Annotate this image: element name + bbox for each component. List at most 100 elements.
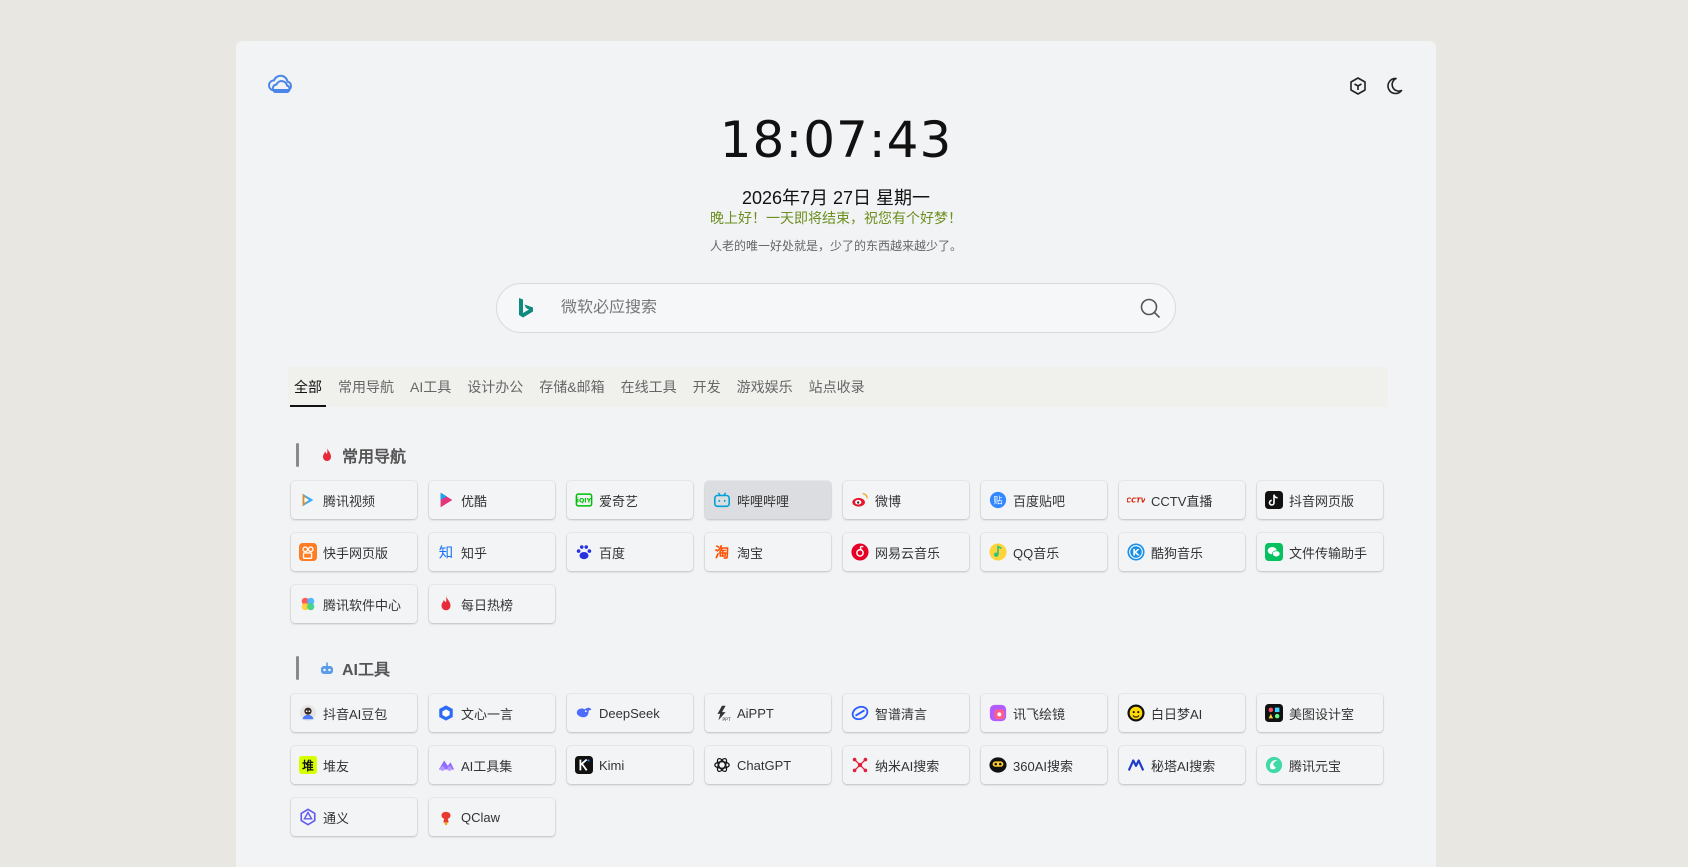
section-bar [296,443,299,467]
duiyou-icon: 堆 [299,756,317,774]
site-label: 文件传输助手 [1289,545,1368,561]
tencent-software-icon [299,595,317,613]
site-label: 哔哩哔哩 [737,493,790,509]
qclaw-icon [437,808,455,826]
svg-text:K: K [1133,549,1141,559]
site-card[interactable]: K 酷狗音乐 [1119,533,1245,571]
bing-icon[interactable] [515,296,537,320]
category-tabs: 全部 常用导航 AI工具 设计办公 存储&邮箱 在线工具 开发 游戏娱乐 站点收录 [288,367,1388,407]
site-card[interactable]: 文心一言 [429,694,555,732]
qq-music-icon [989,543,1007,561]
search-input[interactable] [561,299,1139,317]
yuanbao-icon [1265,756,1283,774]
tab-2[interactable]: AI工具 [406,367,455,407]
site-label: QQ音乐 [1013,545,1060,561]
site-card[interactable]: PPT AiPPT [705,694,831,732]
taobao-icon: 淘 [713,543,731,561]
site-card[interactable]: 秘塔AI搜索 [1119,746,1245,784]
site-label: 智谱清言 [875,706,928,722]
main-panel: 18:07:43 2026年7月 27日 星期一 晚上好！一天即将结束，祝您有个… [236,41,1436,867]
site-card[interactable]: iQIY 爱奇艺 [567,481,693,519]
ai-tools-icon [437,756,455,774]
zhipu-icon [851,704,869,722]
site-label: 每日热榜 [461,597,514,613]
site-label: Kimi [599,757,625,773]
site-card[interactable]: 美图设计室 [1257,694,1383,732]
360ai-icon [989,756,1007,774]
weibo-icon [851,491,869,509]
site-card[interactable]: Kimi [567,746,693,784]
doubao-icon [299,704,317,722]
kuaishou-icon [299,543,317,561]
tab-8[interactable]: 站点收录 [805,367,869,407]
tab-3[interactable]: 设计办公 [463,367,527,407]
cube-icon[interactable] [1348,76,1368,96]
deepseek-icon [575,704,593,722]
site-card[interactable]: 快手网页版 [291,533,417,571]
site-card[interactable]: QQ音乐 [981,533,1107,571]
site-card[interactable]: 白日梦AI [1119,694,1245,732]
svg-text:堆: 堆 [302,759,314,773]
site-card[interactable]: 文件传输助手 [1257,533,1383,571]
site-card[interactable]: 每日热榜 [429,585,555,623]
site-label: 腾讯软件中心 [323,597,402,613]
site-label: 腾讯元宝 [1289,758,1342,774]
site-card[interactable]: QClaw [429,798,555,836]
site-card[interactable]: 优酷 [429,481,555,519]
site-card[interactable]: DeepSeek [567,694,693,732]
svg-text:iQIY: iQIY [577,498,592,505]
site-card[interactable]: 堆堆友 [291,746,417,784]
site-card[interactable]: AI工具集 [429,746,555,784]
tab-0[interactable]: 全部 [290,367,326,407]
site-card[interactable]: 腾讯视频 [291,481,417,519]
aippt-icon: PPT [713,704,731,722]
site-label: 网易云音乐 [875,545,941,561]
site-card[interactable]: ChatGPT [705,746,831,784]
netease-music-icon [851,543,869,561]
site-label: 快手网页版 [323,545,389,561]
site-card[interactable]: 腾讯软件中心 [291,585,417,623]
site-card[interactable]: 纳米AI搜索 [843,746,969,784]
iqiyi-icon: iQIY [575,491,593,509]
tab-1[interactable]: 常用导航 [334,367,398,407]
site-label: QClaw [461,809,501,825]
wenxin-icon [437,704,455,722]
site-label: 纳米AI搜索 [875,758,940,774]
meitu-icon [1265,704,1283,722]
site-card[interactable]: 抖音网页版 [1257,481,1383,519]
fire-icon [323,448,331,461]
site-card[interactable]: 贴百度贴吧 [981,481,1107,519]
section-bar [296,656,299,680]
section-title-text: AI工具 [342,662,391,679]
svg-text:PPT: PPT [722,717,730,722]
site-card[interactable]: 知知乎 [429,533,555,571]
date-text: 2026年7月 27日 星期一 [741,188,931,208]
site-card[interactable]: 哔哩哔哩 [705,481,831,519]
site-card[interactable]: 百度 [567,533,693,571]
cloud-logo-icon[interactable] [266,73,296,95]
svg-text:知: 知 [439,544,453,561]
site-card[interactable]: 网易云音乐 [843,533,969,571]
site-card[interactable]: 微博 [843,481,969,519]
site-card[interactable]: 讯飞绘镜 [981,694,1107,732]
site-card[interactable]: 腾讯元宝 [1257,746,1383,784]
site-card[interactable]: 360AI搜索 [981,746,1107,784]
tab-7[interactable]: 游戏娱乐 [733,367,797,407]
site-label: 通义 [323,810,350,826]
tab-5[interactable]: 在线工具 [617,367,681,407]
site-label: 抖音AI豆包 [323,706,388,722]
site-card[interactable]: 通义 [291,798,417,836]
moon-icon[interactable] [1384,76,1404,96]
search-icon[interactable] [1139,297,1161,319]
tab-4[interactable]: 存储&邮箱 [535,367,608,407]
baidu-icon [575,543,593,561]
tab-6[interactable]: 开发 [689,367,725,407]
tongyi-icon [299,808,317,826]
section-title-text: 常用导航 [342,449,407,466]
site-card[interactable]: 抖音AI豆包 [291,694,417,732]
site-card[interactable]: 智谱清言 [843,694,969,732]
section-title-common: 常用导航 [296,442,406,468]
svg-text:CCTV: CCTV [1127,497,1145,505]
site-card[interactable]: CCTV CCTV直播 [1119,481,1245,519]
site-card[interactable]: 淘淘宝 [705,533,831,571]
